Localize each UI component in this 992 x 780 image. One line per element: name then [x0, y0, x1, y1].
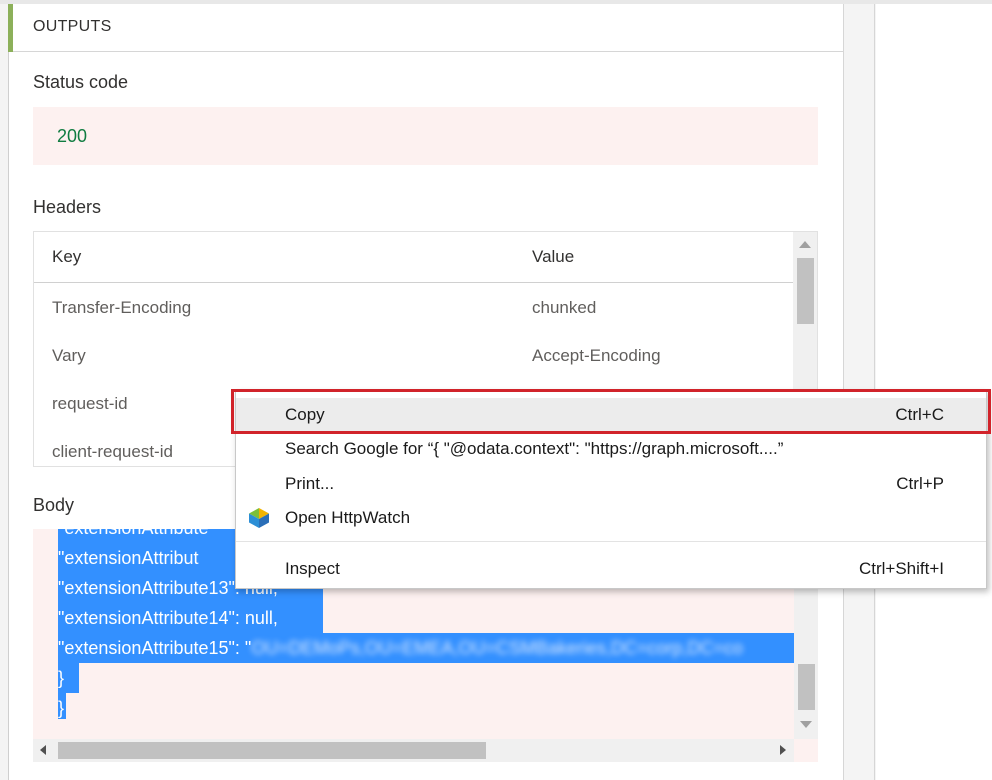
context-menu: Copy Ctrl+C Search Google for “{ "@odata… [235, 390, 987, 589]
section-accent-bar [8, 4, 13, 52]
card-border [8, 4, 9, 780]
page: OUTPUTS Status code 200 Headers Key Valu… [0, 0, 992, 780]
table-row: Transfer-Encoding chunked [34, 292, 794, 340]
headers-label: Headers [33, 197, 102, 217]
scroll-right-arrow-icon[interactable] [780, 745, 786, 755]
body-line: "extensionAttribute14": null, [58, 608, 278, 628]
scrollbar-thumb[interactable] [58, 742, 486, 759]
body-line: "extensionAttribute15": "OU=DEMoPs,OU=EM… [58, 633, 743, 663]
outputs-section-header[interactable]: OUTPUTS [8, 4, 843, 52]
context-menu-item-search-google[interactable]: Search Google for “{ "@odata.context": "… [236, 432, 986, 466]
context-menu-item-inspect[interactable]: Inspect Ctrl+Shift+I [236, 552, 986, 586]
scrollbar-thumb[interactable] [797, 258, 814, 324]
menu-item-shortcut: Ctrl+C [895, 405, 944, 424]
context-menu-item-open-httpwatch[interactable]: Open HttpWatch [236, 501, 986, 535]
header-key: Transfer-Encoding [52, 298, 192, 317]
body-line: } [58, 668, 65, 688]
scroll-down-arrow-icon[interactable] [800, 721, 812, 728]
body-line: } [58, 698, 65, 718]
status-code-box: 200 [33, 107, 818, 165]
scrollbar-thumb[interactable] [798, 664, 815, 710]
menu-item-shortcut: Ctrl+Shift+I [858, 559, 944, 578]
header-key: request-id [52, 394, 128, 413]
body-line-text: "extensionAttribute15": "OU=DEMoPs,OU=EM… [58, 638, 743, 658]
headers-table-header: Key Value [34, 232, 794, 283]
menu-item-label: Print... [285, 474, 335, 493]
table-row: Vary Accept-Encoding [34, 340, 794, 388]
menu-item-label: Search Google for “{ "@odata.context": "… [285, 439, 784, 458]
context-menu-item-print[interactable]: Print... Ctrl+P [236, 467, 986, 501]
header-value: chunked [532, 298, 597, 317]
header-key: Vary [52, 346, 86, 365]
status-code-value[interactable]: 200 [57, 126, 87, 147]
scroll-left-arrow-icon[interactable] [40, 745, 46, 755]
section-title: OUTPUTS [33, 18, 112, 35]
httpwatch-icon [249, 508, 269, 528]
menu-item-shortcut: Ctrl+P [896, 474, 944, 493]
menu-item-label: Inspect [285, 559, 340, 578]
body-line: "extensionAttribut [58, 548, 199, 568]
header-value: Accept-Encoding [532, 346, 661, 365]
body-line: "extensionAttribute [58, 529, 208, 543]
body-label: Body [33, 495, 75, 515]
scroll-up-arrow-icon[interactable] [799, 241, 811, 248]
context-menu-item-copy[interactable]: Copy Ctrl+C [236, 398, 986, 432]
menu-item-label: Copy [285, 405, 325, 424]
status-code-label: Status code [33, 72, 129, 92]
column-header-key: Key [52, 247, 82, 266]
menu-separator [236, 541, 986, 542]
menu-item-label: Open HttpWatch [285, 508, 411, 527]
column-header-value: Value [532, 247, 575, 266]
body-horizontal-scrollbar[interactable] [33, 739, 794, 762]
header-key: client-request-id [52, 442, 173, 461]
